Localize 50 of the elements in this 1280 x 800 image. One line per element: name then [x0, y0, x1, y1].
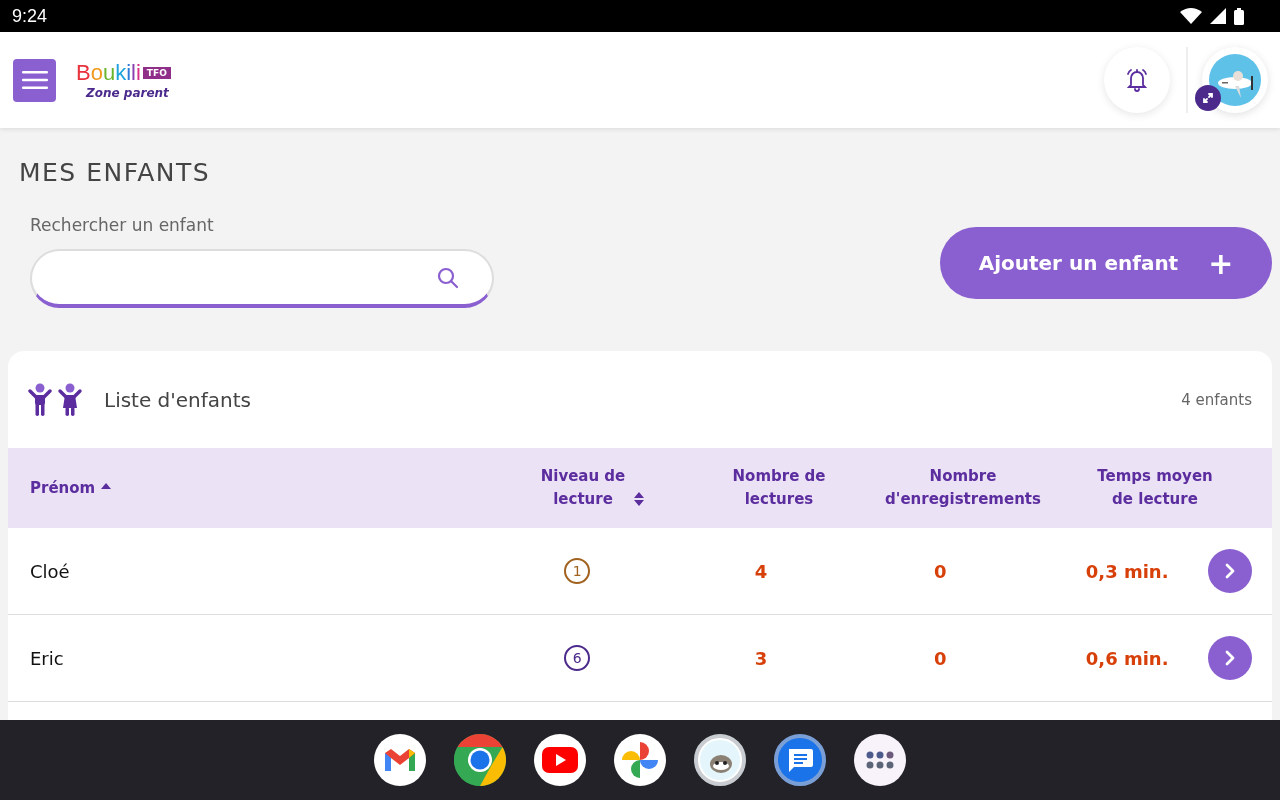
readings-count: 4 — [754, 560, 768, 582]
pinwheel-app-icon[interactable] — [614, 734, 666, 786]
list-title: Liste d'enfants — [104, 387, 253, 412]
airplane-avatar-icon[interactable] — [1209, 54, 1261, 106]
chevron-right-icon[interactable] — [1224, 563, 1236, 579]
video-app-icon[interactable] — [534, 734, 586, 786]
sort-icon[interactable] — [634, 492, 644, 506]
child-name: Cloé — [30, 560, 70, 582]
app-drawer-icon[interactable] — [854, 734, 906, 786]
menu-button[interactable] — [13, 58, 56, 102]
logo-badge: TFO — [142, 67, 171, 79]
column-header[interactable]: Temps moyen de lecture — [1085, 465, 1225, 511]
add-child-button[interactable]: Ajouter un enfant + — [940, 227, 1272, 299]
column-header[interactable]: Nombre d'enregistrements — [854, 465, 1072, 511]
messages-app-icon[interactable] — [774, 734, 826, 786]
reading-level-badge: 6 — [564, 645, 591, 671]
search-label: Rechercher un enfant — [30, 215, 215, 235]
column-header[interactable]: Niveau de lecture — [538, 465, 628, 511]
child-name: Eric — [30, 647, 64, 669]
switch-account-button[interactable] — [1195, 85, 1221, 111]
notifications-button[interactable] — [1104, 47, 1170, 113]
readings-count: 3 — [754, 647, 768, 669]
avatar-button[interactable] — [1202, 47, 1268, 113]
signal-icon — [1210, 8, 1226, 24]
sort-up-icon[interactable] — [101, 483, 112, 489]
search-icon[interactable] — [436, 265, 460, 290]
raccoon-app-icon[interactable] — [694, 734, 746, 786]
open-child-button[interactable] — [1208, 636, 1252, 680]
battery-icon — [1234, 7, 1244, 25]
column-header[interactable]: Nombre de lectures — [724, 465, 834, 511]
mail-app-icon[interactable] — [374, 734, 426, 786]
swap-arrows-icon[interactable] — [1202, 92, 1214, 104]
chevron-right-icon[interactable] — [1224, 650, 1236, 666]
logo-subtitle: Zone parent — [86, 86, 170, 100]
average-time: 0,3 min. — [1085, 560, 1169, 582]
menu-icon[interactable] — [21, 71, 48, 89]
reading-level-badge: 1 — [564, 558, 591, 584]
recordings-count: 0 — [933, 647, 947, 669]
bell-icon[interactable] — [1126, 68, 1148, 92]
open-child-button[interactable] — [1208, 549, 1252, 593]
children-count: 4 enfants — [1181, 390, 1252, 409]
recordings-count: 0 — [933, 560, 947, 582]
browser-app-icon[interactable] — [454, 734, 506, 786]
column-header[interactable]: Prénom — [30, 476, 96, 500]
children-icon — [28, 382, 84, 417]
logo-text: Boukili — [76, 60, 141, 86]
average-time: 0,6 min. — [1085, 647, 1169, 669]
status-time: 9:24 — [12, 5, 48, 27]
wifi-icon — [1180, 8, 1202, 24]
page-title: MES ENFANTS — [19, 158, 212, 187]
